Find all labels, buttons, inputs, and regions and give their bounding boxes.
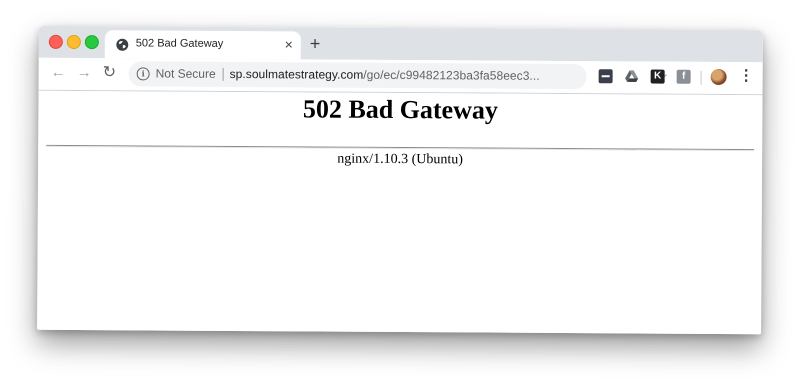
url-text[interactable]: sp.soulmatestrategy.com/go/ec/c99482123b… [230, 67, 540, 83]
tab-title: 502 Bad Gateway [135, 37, 224, 50]
toolbar-divider [700, 70, 702, 85]
error-heading: 502 Bad Gateway [302, 94, 499, 125]
url-host: sp.soulmatestrategy.com [229, 66, 364, 82]
browser-window: 502 Bad Gateway × + ← → ↻ i Not Secure s… [37, 25, 763, 335]
server-signature: nginx/1.10.3 (Ubuntu) [337, 151, 463, 168]
globe-icon [116, 38, 129, 51]
drive-icon[interactable] [625, 69, 639, 83]
browser-toolbar: ← → ↻ i Not Secure sp.soulmatestrategy.c… [38, 57, 763, 96]
tab-close-icon[interactable]: × [285, 35, 293, 53]
f-extension-icon[interactable]: f [676, 69, 691, 84]
window-maximize-button[interactable] [84, 35, 99, 50]
new-tab-button[interactable]: + [310, 32, 321, 54]
security-indicator[interactable]: Not Secure [156, 67, 216, 81]
tab-strip: 502 Bad Gateway × + [38, 25, 763, 63]
omnibox-divider [222, 67, 224, 81]
chrome-menu-icon[interactable]: ⋮ [739, 66, 754, 86]
reload-button[interactable]: ↻ [103, 63, 117, 83]
url-path: /go/ec/c99482123ba3fa58eec3... [363, 67, 540, 83]
k-extension-icon[interactable]: K [650, 69, 665, 84]
forward-button[interactable]: → [77, 63, 92, 83]
back-button[interactable]: ← [51, 63, 66, 83]
extension-bar-icon[interactable] [598, 69, 613, 84]
address-bar[interactable]: i Not Secure sp.soulmatestrategy.com/go/… [128, 61, 668, 90]
window-close-button[interactable] [48, 34, 63, 49]
info-icon[interactable]: i [136, 67, 150, 81]
tab-active[interactable]: 502 Bad Gateway × [104, 30, 301, 60]
window-minimize-button[interactable] [66, 34, 81, 50]
page-content: 502 Bad Gateway nginx/1.10.3 (Ubuntu) [37, 90, 763, 335]
profile-avatar[interactable] [710, 68, 727, 85]
